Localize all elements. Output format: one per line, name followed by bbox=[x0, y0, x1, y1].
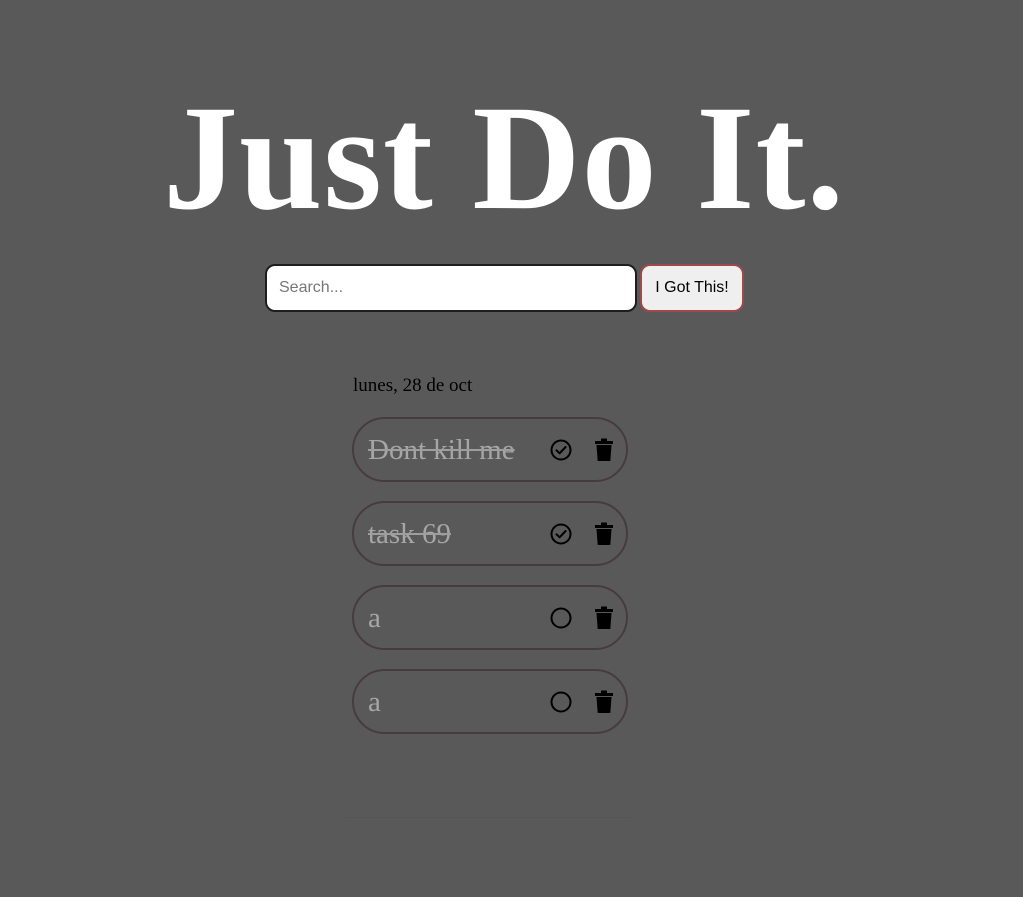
trash-icon[interactable] bbox=[594, 522, 614, 546]
trash-icon[interactable] bbox=[594, 690, 614, 714]
task-list: Dont kill me task 69 a a bbox=[352, 417, 628, 753]
divider bbox=[345, 817, 631, 818]
add-task-button[interactable]: I Got This! bbox=[640, 264, 744, 312]
trash-icon[interactable] bbox=[594, 606, 614, 630]
page-title: Just Do It. bbox=[163, 75, 845, 241]
check-circle-icon[interactable] bbox=[549, 438, 573, 462]
task-text: a bbox=[368, 602, 381, 634]
empty-circle-icon[interactable] bbox=[549, 606, 573, 630]
app-page: Just Do It. I Got This! lunes, 28 de oct… bbox=[0, 0, 1023, 897]
empty-circle-icon[interactable] bbox=[549, 690, 573, 714]
task-text: a bbox=[368, 686, 381, 718]
task-item: Dont kill me bbox=[352, 417, 628, 482]
task-item: task 69 bbox=[352, 501, 628, 566]
trash-icon[interactable] bbox=[594, 438, 614, 462]
search-bar: I Got This! bbox=[265, 264, 744, 312]
task-item: a bbox=[352, 585, 628, 650]
date-label: lunes, 28 de oct bbox=[353, 375, 473, 396]
check-circle-icon[interactable] bbox=[549, 522, 573, 546]
task-text: task 69 bbox=[368, 518, 451, 550]
task-text: Dont kill me bbox=[368, 434, 515, 466]
search-input[interactable] bbox=[265, 264, 637, 312]
task-item: a bbox=[352, 669, 628, 734]
